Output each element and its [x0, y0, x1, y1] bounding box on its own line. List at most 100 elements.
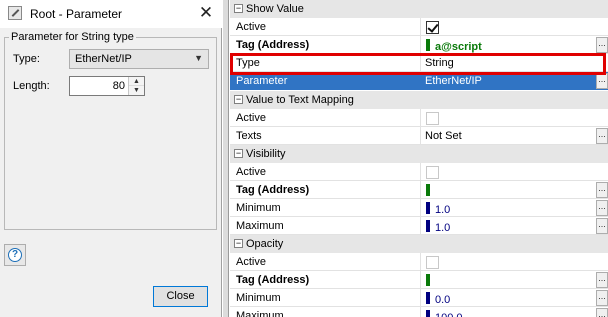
type-select[interactable]: EtherNet/IP ▼ — [69, 49, 209, 69]
help-button[interactable]: ? — [4, 244, 26, 266]
category-value-to-text[interactable]: − Value to Text Mapping — [230, 91, 608, 109]
category-visibility[interactable]: − Visibility — [230, 145, 608, 163]
browse-button[interactable]: ... — [596, 37, 608, 53]
property-name: Type — [230, 54, 421, 72]
browse-button[interactable]: ... — [596, 308, 608, 317]
active-checkbox[interactable] — [426, 21, 439, 34]
category-label: Show Value — [246, 3, 304, 15]
browse-button[interactable]: ... — [596, 290, 608, 306]
property-name: Minimum — [230, 199, 421, 217]
length-spinbox[interactable]: ▲ ▼ — [69, 76, 145, 96]
property-value: 0.0 ... — [421, 289, 608, 307]
property-row-active[interactable]: Active — [230, 163, 608, 181]
property-name: Tag (Address) — [230, 271, 421, 289]
dialog-title: Root - Parameter — [30, 7, 123, 21]
property-row-tag-address[interactable]: Tag (Address) a@script ... — [230, 36, 608, 54]
groupbox-title: Parameter for String type — [9, 31, 136, 43]
browse-button[interactable]: ... — [596, 218, 608, 234]
active-checkbox[interactable] — [426, 256, 439, 269]
category-label: Opacity — [246, 238, 284, 250]
property-row-active[interactable]: Active — [230, 109, 608, 127]
close-button[interactable]: Close — [153, 286, 208, 307]
parameter-dialog: Root - Parameter ✕ Parameter for String … — [0, 0, 222, 317]
property-value — [421, 253, 608, 271]
property-row-parameter[interactable]: Parameter EtherNet/IP ... — [230, 72, 608, 90]
property-value: Not Set ... — [421, 127, 608, 145]
property-value: EtherNet/IP ... — [421, 72, 608, 90]
tag-type-marker — [426, 274, 430, 286]
category-label: Visibility — [246, 148, 286, 160]
property-value: String — [421, 54, 608, 72]
dialog-titlebar: Root - Parameter ✕ — [0, 0, 222, 28]
tag-type-marker — [426, 39, 430, 51]
constant-marker — [426, 202, 430, 214]
edit-pencil-icon — [8, 6, 22, 20]
type-label: Type: — [13, 53, 40, 65]
browse-button[interactable]: ... — [596, 200, 608, 216]
type-value: String — [425, 57, 454, 69]
string-type-groupbox: Parameter for String type Type: EtherNet… — [4, 31, 217, 230]
property-row-tag-address[interactable]: Tag (Address) ... — [230, 181, 608, 199]
close-icon[interactable]: ✕ — [198, 4, 214, 22]
property-name: Active — [230, 163, 421, 181]
property-name: Texts — [230, 127, 421, 145]
property-value: 1.0 ... — [421, 217, 608, 235]
property-row-maximum[interactable]: Maximum 100.0 ... — [230, 307, 608, 317]
active-checkbox[interactable] — [426, 112, 439, 125]
property-name: Tag (Address) — [230, 181, 421, 199]
active-checkbox[interactable] — [426, 166, 439, 179]
constant-marker — [426, 220, 430, 232]
constant-marker — [426, 310, 430, 317]
collapse-icon[interactable]: − — [234, 239, 243, 248]
property-name: Parameter — [230, 72, 421, 90]
chevron-down-icon: ▼ — [194, 53, 203, 63]
category-show-value[interactable]: − Show Value — [230, 0, 608, 18]
spin-up-icon[interactable]: ▲ — [129, 77, 144, 86]
property-value — [421, 163, 608, 181]
splitter[interactable] — [223, 0, 229, 317]
property-value: ... — [421, 271, 608, 289]
property-row-minimum[interactable]: Minimum 1.0 ... — [230, 199, 608, 217]
property-name: Active — [230, 109, 421, 127]
type-select-value: EtherNet/IP — [75, 53, 132, 65]
property-row-tag-address[interactable]: Tag (Address) ... — [230, 271, 608, 289]
length-input[interactable] — [70, 77, 127, 95]
tag-type-marker — [426, 184, 430, 196]
property-name: Tag (Address) — [230, 36, 421, 54]
browse-button[interactable]: ... — [596, 128, 608, 144]
property-name: Active — [230, 253, 421, 271]
help-icon: ? — [8, 248, 22, 262]
texts-value: Not Set — [425, 130, 462, 142]
constant-marker — [426, 292, 430, 304]
property-value — [421, 109, 608, 127]
property-row-type[interactable]: Type String — [230, 54, 608, 72]
category-label: Value to Text Mapping — [246, 94, 354, 106]
collapse-icon[interactable]: − — [234, 149, 243, 158]
category-opacity[interactable]: − Opacity — [230, 235, 608, 253]
length-label: Length: — [13, 80, 50, 92]
property-name: Active — [230, 18, 421, 36]
property-value — [421, 18, 608, 36]
property-row-active[interactable]: Active — [230, 18, 608, 36]
maximum-value: 100.0 — [435, 309, 463, 317]
property-name: Maximum — [230, 217, 421, 235]
property-row-minimum[interactable]: Minimum 0.0 ... — [230, 289, 608, 307]
property-value: a@script ... — [421, 36, 608, 54]
property-value: 100.0 ... — [421, 307, 608, 317]
browse-button[interactable]: ... — [596, 272, 608, 288]
property-name: Minimum — [230, 289, 421, 307]
length-spin-buttons: ▲ ▼ — [128, 77, 144, 95]
parameter-value: EtherNet/IP — [425, 75, 482, 87]
collapse-icon[interactable]: − — [234, 4, 243, 13]
property-value: ... — [421, 181, 608, 199]
collapse-icon[interactable]: − — [234, 95, 243, 104]
spin-down-icon[interactable]: ▼ — [129, 86, 144, 95]
property-row-texts[interactable]: Texts Not Set ... — [230, 127, 608, 145]
browse-button[interactable]: ... — [596, 182, 608, 198]
property-row-active[interactable]: Active — [230, 253, 608, 271]
property-name: Maximum — [230, 307, 421, 317]
browse-button[interactable]: ... — [596, 73, 608, 89]
property-grid: − Show Value Active Tag (Address) a@scri… — [230, 0, 608, 317]
property-row-maximum[interactable]: Maximum 1.0 ... — [230, 217, 608, 235]
property-value: 1.0 ... — [421, 199, 608, 217]
